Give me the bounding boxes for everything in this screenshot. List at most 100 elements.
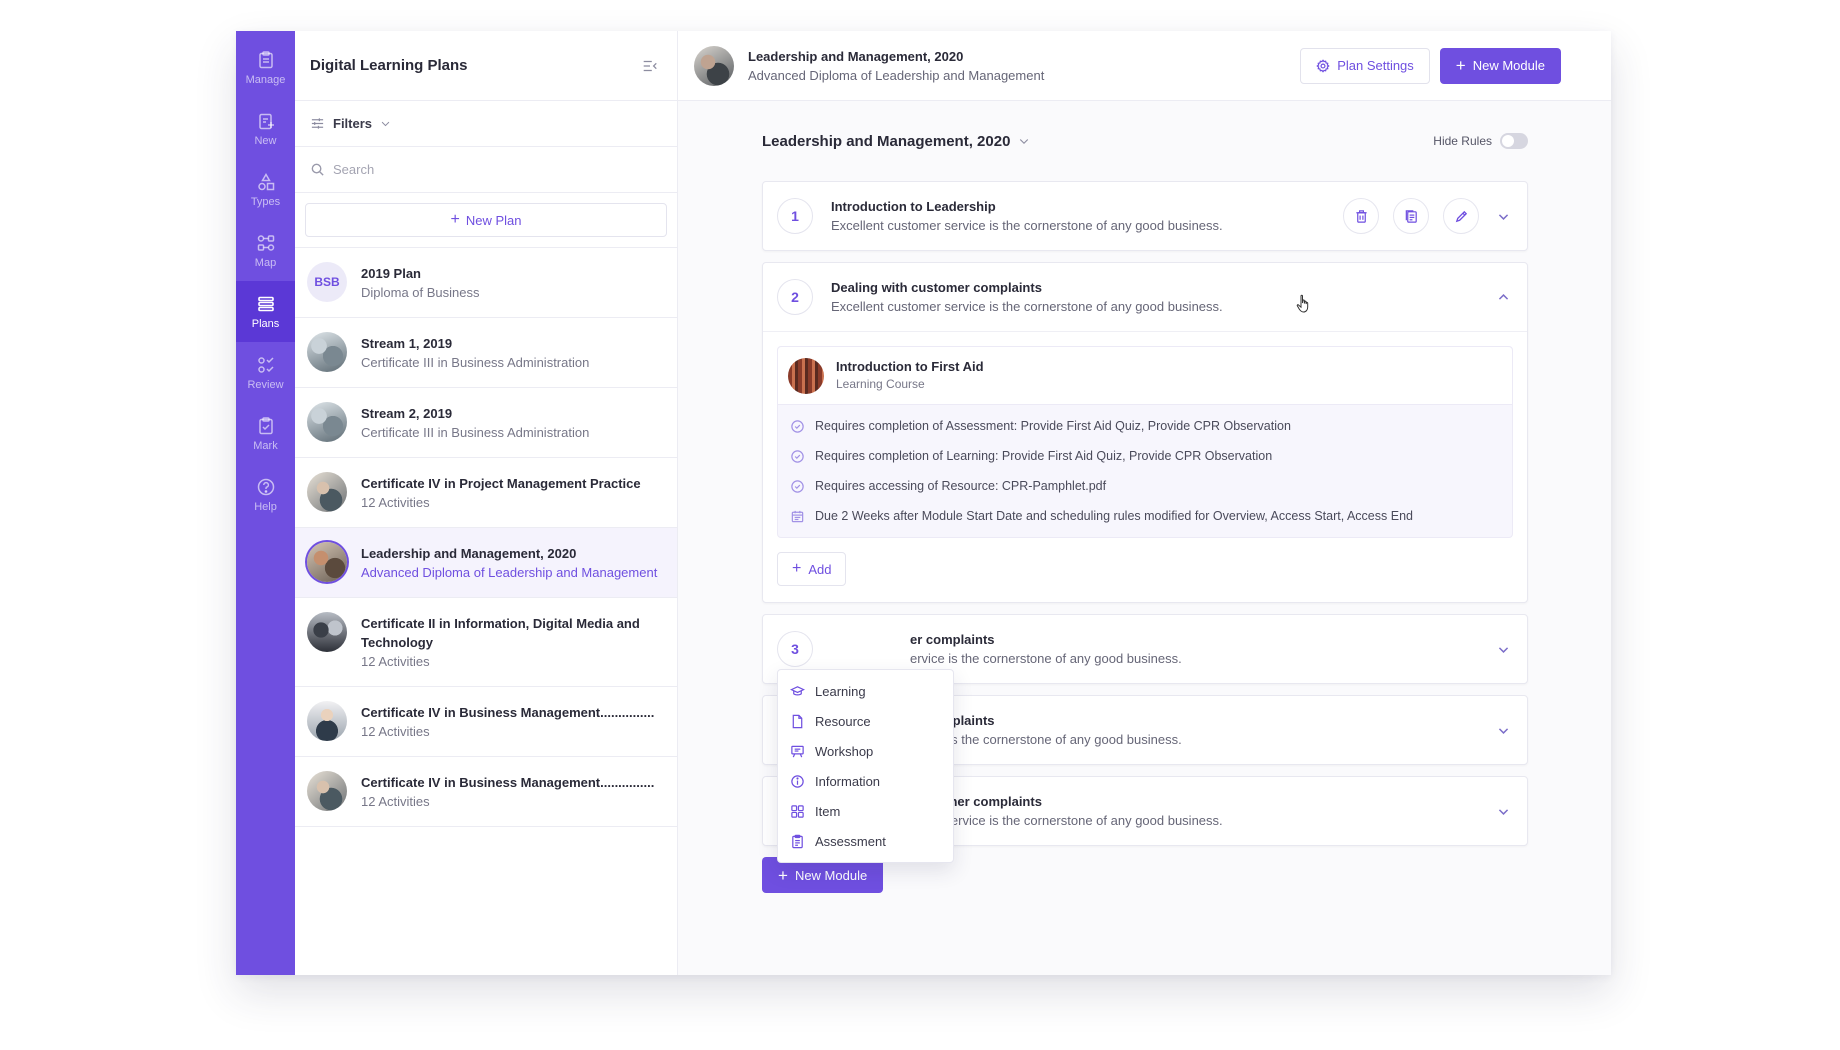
module-number: 1 [777,198,813,234]
collapse-module-button[interactable] [1493,287,1513,307]
plan-item-selected[interactable]: Leadership and Management, 2020 Advanced… [295,528,677,598]
menu-item-resource[interactable]: Resource [778,706,953,736]
expand-module-button[interactable] [1493,720,1513,740]
edit-module-button[interactable] [1443,198,1479,234]
rail-label: Types [250,195,281,208]
module-title: er complaints [910,632,995,647]
plan-title: Leadership and Management, 2020 [762,132,1011,150]
menu-item-workshop[interactable]: Workshop [778,736,953,766]
plan-name: 2019 Plan [361,266,421,281]
search-input[interactable] [333,162,633,177]
shapes-icon [257,172,274,190]
module-actions [1493,639,1513,659]
course-card: Introduction to First Aid Learning Cours… [777,346,1513,538]
new-plan-wrap: + New Plan [295,193,677,248]
menu-item-label: Workshop [815,743,874,759]
new-plan-button[interactable]: + New Plan [305,203,667,237]
add-activity-button[interactable]: + Add [777,552,847,586]
plan-name: Stream 1, 2019 [361,336,453,351]
hand-cursor-icon [1296,294,1309,313]
rule-item: Requires accessing of Resource: CPR-Pamp… [790,471,1500,501]
plan-item[interactable]: Certificate II in Information, Digital M… [295,598,677,687]
rail-item-review[interactable]: Review [236,342,295,403]
chevron-down-icon [1498,727,1508,734]
plan-text: Certificate IV in Business Management...… [361,771,665,811]
clipboard-check-icon [258,416,273,434]
rail-item-plans[interactable]: Plans [236,281,295,342]
rail-label: Review [247,378,284,391]
module-card: 1 Introduction to Leadership Excellent c… [762,181,1528,251]
module-number: 2 [777,279,813,315]
plan-name: Certificate IV in Business Management...… [361,775,655,790]
help-icon [257,478,274,495]
plans-header: Digital Learning Plans [295,31,677,101]
plan-subtitle: 12 Activities [361,794,430,809]
plan-name: Leadership and Management, 2020 [361,546,577,561]
rail-item-map[interactable]: Map [236,220,295,281]
map-nodes-icon [257,234,274,251]
menu-item-item[interactable]: Item [778,796,953,826]
plan-item[interactable]: Certificate IV in Business Management...… [295,757,677,827]
module-header[interactable]: 2 Dealing with customer complaints Excel… [763,263,1527,331]
menu-item-label: Resource [815,713,871,729]
menu-item-assessment[interactable]: Assessment [778,826,953,856]
menu-item-learning[interactable]: Learning [778,676,953,706]
new-plan-label: New Plan [465,212,522,228]
rail-label: Manage [245,73,286,86]
top-title-block: Leadership and Management, 2020 Advanced… [748,47,1044,85]
plan-text: Certificate IV in Project Management Pra… [361,472,665,512]
page-subtitle: Advanced Diploma of Leadership and Manag… [748,67,1045,83]
course-text: Introduction to First Aid Learning Cours… [836,358,984,393]
plan-subtitle: Advanced Diploma of Leadership and Manag… [361,565,658,580]
plus-icon: + [450,211,460,228]
plan-text: Stream 2, 2019 Certificate III in Busine… [361,402,665,442]
plan-item[interactable]: Stream 1, 2019 Certificate III in Busine… [295,318,677,388]
rule-item: Requires completion of Learning: Provide… [790,441,1500,471]
expand-module-button[interactable] [1493,801,1513,821]
rail-item-new[interactable]: New [236,98,295,159]
plus-icon: + [778,865,788,885]
course-rules: Requires completion of Assessment: Provi… [778,405,1512,537]
app-window: Manage New Types Map Plans Review Mark H… [236,31,1611,975]
chevron-down-icon [1498,808,1508,815]
trash-icon [1355,209,1367,223]
hide-rules-toggle[interactable] [1500,133,1528,149]
rail-item-types[interactable]: Types [236,159,295,220]
module-actions [1493,287,1513,307]
filters-toggle[interactable]: Filters [295,101,677,147]
chevron-down-icon [1498,213,1508,220]
collapse-panel-icon[interactable] [641,57,659,75]
rail-item-mark[interactable]: Mark [236,403,295,464]
module-subtitle: Excellent customer service is the corner… [831,299,1223,314]
rail-label: Mark [253,439,278,452]
module-text: Introduction to Leadership Excellent cus… [831,197,1223,235]
rail-item-help[interactable]: Help [236,464,295,525]
menu-item-label: Information [815,773,881,789]
plan-item[interactable]: Certificate IV in Business Management...… [295,687,677,757]
plan-item[interactable]: Stream 2, 2019 Certificate III in Busine… [295,388,677,458]
plan-item[interactable]: Certificate IV in Project Management Pra… [295,458,677,528]
chevron-down-icon [1498,646,1508,653]
expand-module-button[interactable] [1493,206,1513,226]
plan-name: Certificate IV in Project Management Pra… [361,476,641,491]
delete-module-button[interactable] [1343,198,1379,234]
duplicate-module-button[interactable] [1393,198,1429,234]
rule-text: Due 2 Weeks after Module Start Date and … [815,509,1413,523]
plan-name: Certificate IV in Business Management...… [361,705,655,720]
course-header[interactable]: Introduction to First Aid Learning Cours… [778,347,1512,405]
plan-avatar [307,612,347,652]
menu-item-information[interactable]: Information [778,766,953,796]
search-bar [295,147,677,193]
pencil-icon [1455,210,1467,222]
layers-icon [257,296,274,311]
module-header[interactable]: 1 Introduction to Leadership Excellent c… [763,182,1527,250]
plan-settings-button[interactable]: Plan Settings [1300,47,1430,84]
new-module-top-button[interactable]: + New Module [1439,47,1561,84]
plan-item[interactable]: BSB 2019 Plan Diploma of Business [295,248,677,318]
copy-document-icon [1405,209,1417,223]
rail-item-manage[interactable]: Manage [236,37,295,98]
plan-avatar [307,332,347,372]
expand-module-button[interactable] [1493,639,1513,659]
plan-title-dropdown[interactable]: Leadership and Management, 2020 [762,133,1030,150]
plan-avatar [307,472,347,512]
